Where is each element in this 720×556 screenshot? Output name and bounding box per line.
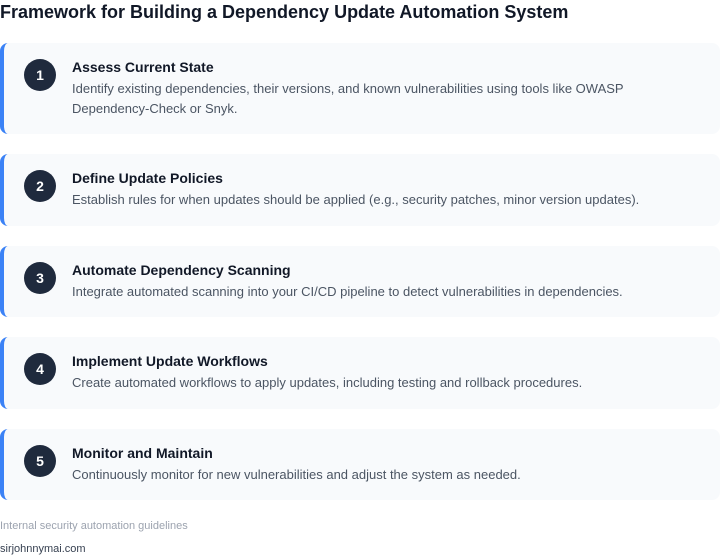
step-number-badge: 4: [24, 353, 56, 385]
step-description: Identify existing dependencies, their ve…: [72, 81, 624, 116]
step-card-3: 3 Automate Dependency Scanning Integrate…: [0, 246, 720, 317]
footer-credit: sirjohnnymai.com: [0, 543, 86, 555]
step-title: Assess Current State: [72, 59, 214, 75]
step-card-4: 4 Implement Update Workflows Create auto…: [0, 337, 720, 409]
step-number-badge: 1: [24, 59, 56, 91]
step-description: Continuously monitor for new vulnerabili…: [72, 467, 521, 482]
step-card-5: 5 Monitor and Maintain Continuously moni…: [0, 429, 720, 500]
step-title: Automate Dependency Scanning: [72, 262, 291, 278]
step-title: Implement Update Workflows: [72, 353, 268, 369]
step-title: Define Update Policies: [72, 170, 223, 186]
step-description: Integrate automated scanning into your C…: [72, 284, 623, 299]
step-card-2: 2 Define Update Policies Establish rules…: [0, 154, 720, 226]
step-number-badge: 3: [24, 262, 56, 294]
step-title: Monitor and Maintain: [72, 445, 213, 461]
step-description: Create automated workflows to apply upda…: [72, 375, 583, 390]
step-card-1: 1 Assess Current State Identify existing…: [0, 43, 720, 134]
footer-note: Internal security automation guidelines: [0, 520, 188, 532]
step-number-badge: 2: [24, 170, 56, 202]
page-title: Framework for Building a Dependency Upda…: [0, 2, 569, 22]
step-description: Establish rules for when updates should …: [72, 192, 640, 207]
step-number-badge: 5: [24, 445, 56, 477]
